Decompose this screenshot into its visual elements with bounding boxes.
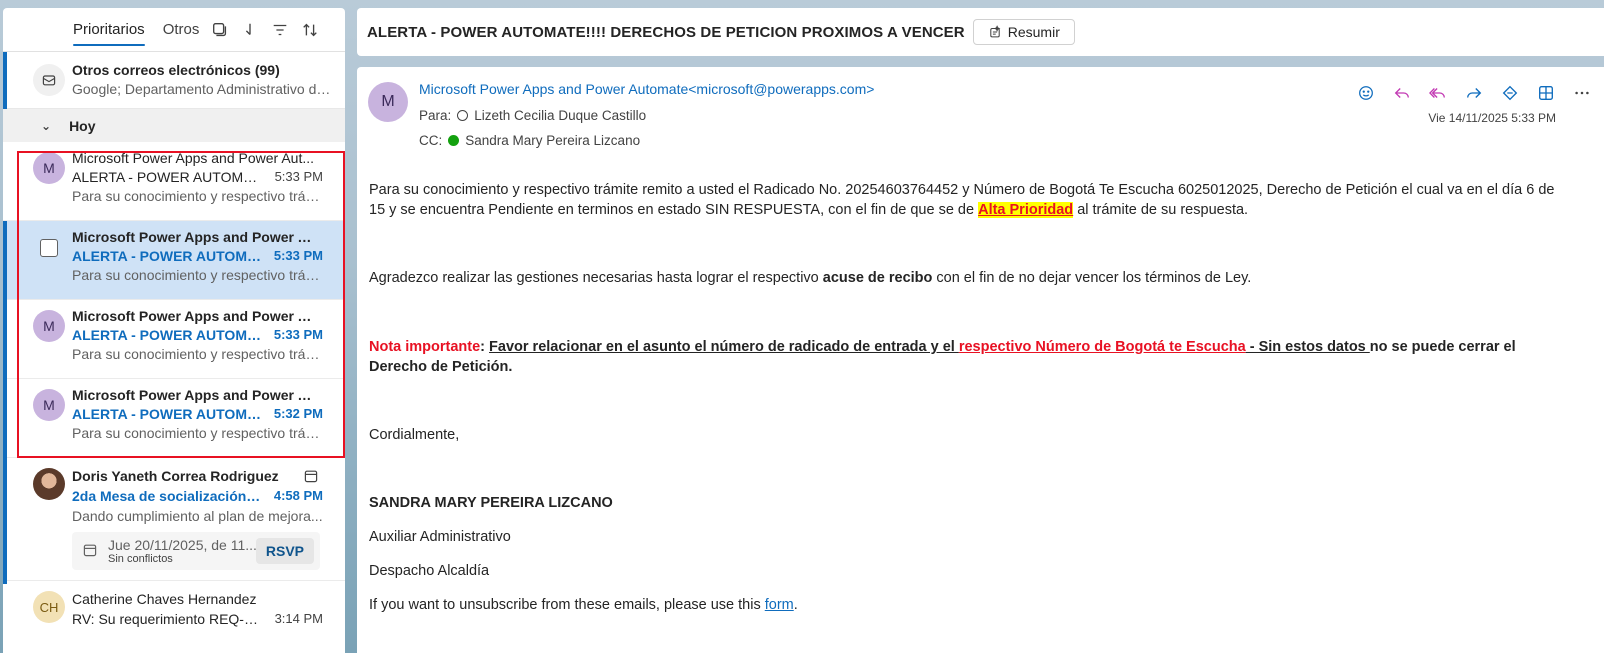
other-mail-title: Otros correos electrónicos (99) [72,62,280,78]
presence-blocked-icon [457,110,469,121]
to-line: Para: Lizeth Cecilia Duque Castillo [419,108,646,123]
summarize-label: Resumir [1007,24,1060,40]
sparkle-icon [990,25,1001,38]
sender-name: Microsoft Power Apps and Power Au... [72,229,323,245]
unsubscribe-line: If you want to unsubscribe from these em… [369,597,798,613]
email-body: Para su conocimiento y respectivo trámit… [369,180,1564,615]
summarize-button[interactable]: Resumir [972,19,1075,45]
tab-focused[interactable]: Prioritarios [73,17,145,46]
chevron-down-icon[interactable]: ⌄ [41,119,51,133]
cc-recipient[interactable]: Sandra Mary Pereira Lizcano [465,133,640,148]
sort-icon[interactable] [295,15,325,45]
filter-icon[interactable] [265,15,295,45]
envelope-icon [33,64,65,96]
paragraph: Agradezco realizar las gestiones necesar… [369,270,1252,286]
meeting-date: Jue 20/11/2025, de 11... [108,537,257,553]
sender-name: Doris Yaneth Correa Rodriguez [72,468,279,484]
forward-icon[interactable] [1460,79,1488,107]
other-mail-preview: Google; Departamento Administrativo de..… [72,81,333,97]
message-actions [1352,79,1596,107]
emoji-reaction-icon[interactable] [1352,79,1380,107]
time: 5:33 PM [273,248,323,263]
cc-label: CC: [419,133,443,148]
sent-date: Vie 14/11/2025 5:33 PM [1428,111,1556,125]
unread-accent-bar [3,300,7,379]
subject: ALERTA - POWER AUTOMATE!... [72,169,262,185]
avatar: M [33,310,65,342]
sender-name: Microsoft Power Apps and Power Au... [72,387,323,403]
list-item-selected[interactable]: Microsoft Power Apps and Power Au... ALE… [3,221,345,300]
meeting-card[interactable]: Jue 20/11/2025, de 11... Sin conflictos … [72,532,320,570]
list-item[interactable]: M Microsoft Power Apps and Power Aut... … [3,142,345,221]
list-item[interactable]: CH Catherine Chaves Hernandez RV: Su req… [3,581,345,653]
list-header: Prioritarios Otros [3,8,345,52]
list-item[interactable]: M Microsoft Power Apps and Power Au... A… [3,379,345,458]
subject: ALERTA - POWER AUTOMAT... [72,327,262,343]
group-label: Hoy [69,117,96,134]
message-list-pane: Prioritarios Otros Otros correos electró… [3,8,345,653]
calendar-icon [82,542,98,561]
presence-available-icon [448,135,460,146]
time: 5:33 PM [273,327,323,342]
unread-accent-bar [3,458,7,584]
signature-office: Despacho Alcaldía [369,563,490,579]
preview: Para su conocimiento y respectivo trám..… [72,188,323,204]
time: 5:32 PM [273,406,323,421]
avatar: M [33,152,65,184]
to-label: Para: [419,108,452,123]
preview: Para su conocimiento y respectivo trám..… [72,425,323,441]
preview: Para su conocimiento y respectivo trám..… [72,346,323,362]
meeting-status: Sin conflictos [108,553,173,565]
reply-all-icon[interactable] [1424,79,1452,107]
subject: ALERTA - POWER AUTOMAT... [72,248,262,264]
email-subject: ALERTA - POWER AUTOMATE!!!! DERECHOS DE … [367,23,965,41]
avatar: M [33,389,65,421]
to-recipient[interactable]: Lizeth Cecilia Duque Castillo [474,108,646,123]
time: 4:58 PM [273,488,323,503]
select-mode-icon[interactable] [205,15,235,45]
subject: ALERTA - POWER AUTOMAT... [72,406,262,422]
unread-accent-bar [3,379,7,458]
sender-name: Catherine Chaves Hernandez [72,591,257,607]
sender-name: Microsoft Power Apps and Power Aut... [72,150,315,166]
more-options-icon[interactable] [1568,79,1596,107]
signature-name: SANDRA MARY PEREIRA LIZCANO [369,495,613,511]
note-label: Nota importante [369,339,481,355]
other-mail-summary[interactable]: Otros correos electrónicos (99) Google; … [3,52,345,109]
highlighted-priority: Alta Prioridad [978,202,1074,218]
subject: RV: Su requerimiento REQ-33... [72,611,262,627]
unsubscribe-link[interactable]: form [765,597,794,613]
sender-name: Microsoft Power Apps and Power Au... [72,308,323,324]
time: 5:33 PM [274,169,323,184]
time: 3:14 PM [274,611,323,626]
signature-role: Auxiliar Administrativo [369,529,511,545]
sender-address[interactable]: Microsoft Power Apps and Power Automate<… [419,81,874,97]
tab-other[interactable]: Otros [163,17,200,42]
subject: 2da Mesa de socialización d... [72,488,262,504]
avatar [33,468,65,500]
reading-pane: M Microsoft Power Apps and Power Automat… [357,67,1604,653]
apps-icon[interactable] [1532,79,1560,107]
important-note: Nota importante: Favor relacionar en el … [369,339,1516,375]
preview: Para su conocimiento y respectivo trám..… [72,267,323,283]
closing: Cordialmente, [369,427,460,443]
calendar-icon [303,468,319,487]
reading-subject-bar: ALERTA - POWER AUTOMATE!!!! DERECHOS DE … [357,8,1604,56]
loop-icon[interactable] [1496,79,1524,107]
jump-to-icon[interactable] [235,15,265,45]
list-item[interactable]: M Microsoft Power Apps and Power Au... A… [3,300,345,379]
reply-icon[interactable] [1388,79,1416,107]
rsvp-button[interactable]: RSVP [255,538,314,564]
avatar: CH [33,591,65,623]
sender-avatar: M [368,82,408,122]
group-header-today[interactable]: ⌄ Hoy [3,109,345,142]
unread-accent-bar [3,52,7,109]
list-item[interactable]: Doris Yaneth Correa Rodriguez 2da Mesa d… [3,458,345,584]
select-checkbox[interactable] [40,239,58,257]
paragraph: Para su conocimiento y respectivo trámit… [369,182,1555,218]
unread-accent-bar [3,221,7,300]
preview: Dando cumplimiento al plan de mejora... [72,508,323,524]
cc-line: CC: Sandra Mary Pereira Lizcano [419,133,640,148]
